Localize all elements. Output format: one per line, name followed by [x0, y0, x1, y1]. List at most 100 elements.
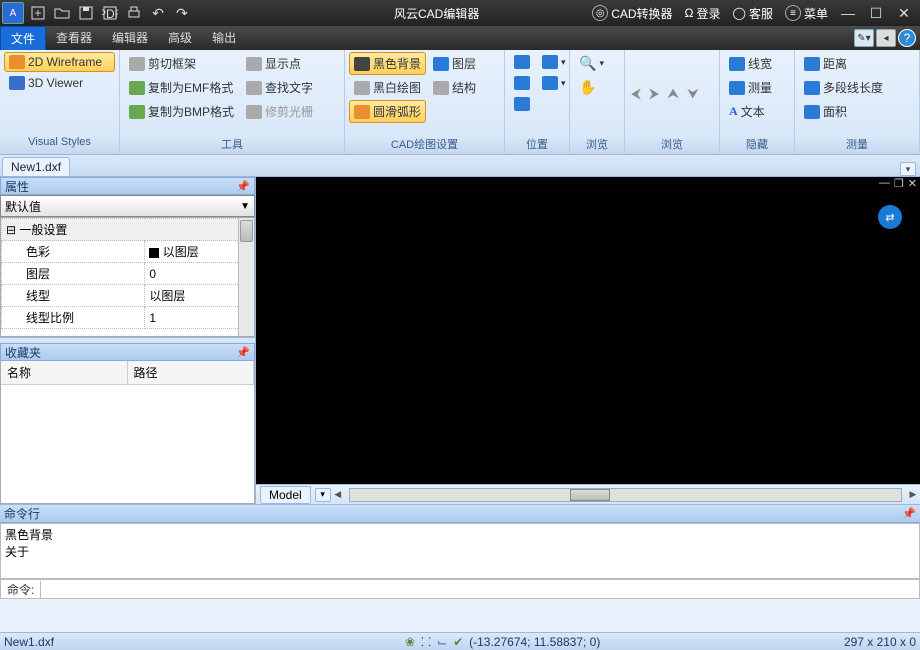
ribbon-measure2[interactable]: 测量: [724, 76, 777, 99]
canvas[interactable]: — ❐ ✕ ⇄: [256, 177, 920, 484]
ribbon-pos-3[interactable]: [509, 94, 535, 114]
redo-icon[interactable]: ↷: [171, 2, 193, 24]
ribbon: 2D Wireframe 3D Viewer Visual Styles 剪切框…: [0, 50, 920, 155]
ribbon-distance[interactable]: 距离: [799, 52, 888, 75]
clip-icon: [129, 57, 145, 71]
ribbon-layers[interactable]: 图层: [428, 52, 481, 75]
status-dims: 297 x 210 x 0: [844, 635, 916, 649]
ribbon-pos-2[interactable]: [509, 73, 535, 93]
ribbon-pan[interactable]: ✋: [574, 76, 609, 99]
toolbar-expand-button[interactable]: ◂: [876, 29, 896, 47]
props-row[interactable]: 图层0: [2, 263, 254, 285]
help-button[interactable]: ?: [898, 29, 916, 47]
close-button[interactable]: ✕: [893, 2, 915, 24]
menu-viewer[interactable]: 查看器: [46, 26, 102, 50]
ribbon-area[interactable]: 面积: [799, 100, 888, 123]
fav-col-name[interactable]: 名称: [1, 361, 128, 384]
nav-left[interactable]: ⮜: [629, 81, 643, 106]
bw-icon: [354, 81, 370, 95]
ribbon-smooth-arc[interactable]: 圆滑弧形: [349, 100, 426, 123]
vp-min-icon[interactable]: —: [878, 177, 891, 190]
ribbon-2d-wireframe[interactable]: 2D Wireframe: [4, 52, 115, 72]
ribbon-group-browse2: 浏览: [625, 136, 719, 154]
props-row[interactable]: 线型比例1: [2, 307, 254, 329]
model-tab[interactable]: Model: [260, 486, 311, 504]
user-icon: Ω: [685, 6, 694, 20]
cmd-history[interactable]: 黑色背景 关于: [0, 523, 920, 579]
ribbon-pos-1[interactable]: [509, 52, 535, 72]
props-group-row[interactable]: ⊟ 一般设置: [2, 219, 254, 241]
vp-close-icon[interactable]: ✕: [907, 177, 918, 190]
nav-up[interactable]: ⮝: [665, 81, 681, 106]
ribbon-group-tools: 工具: [120, 136, 344, 154]
ribbon-copy-bmp[interactable]: 复制为BMP格式: [124, 100, 239, 123]
pin-icon[interactable]: 📌: [236, 180, 250, 193]
save-pdf-icon[interactable]: PDF: [99, 2, 121, 24]
hscrollbar[interactable]: [349, 488, 902, 502]
titlebar-login[interactable]: Ω登录: [681, 5, 725, 22]
ribbon-zoom-in[interactable]: 🔍▾: [574, 52, 609, 75]
hscroll-left[interactable]: ◀: [331, 488, 345, 502]
undo-icon[interactable]: ↶: [147, 2, 169, 24]
menu-advanced[interactable]: 高级: [158, 26, 202, 50]
nav-down[interactable]: ⮟: [685, 81, 701, 106]
ribbon-pos-5[interactable]: ▾: [537, 73, 571, 93]
file-tab[interactable]: New1.dxf: [2, 157, 70, 176]
menu-editor[interactable]: 编辑器: [102, 26, 158, 50]
ribbon-clip-frame[interactable]: 剪切框架: [124, 52, 239, 75]
new-icon[interactable]: +: [27, 2, 49, 24]
menu-icon: ≡: [785, 5, 801, 21]
print-icon[interactable]: [123, 2, 145, 24]
scrollbar[interactable]: [238, 218, 254, 336]
titlebar-menu[interactable]: ≡菜单: [781, 5, 832, 22]
ribbon-bw-draw[interactable]: 黑白绘图: [349, 76, 426, 99]
cmd-input[interactable]: [41, 581, 919, 597]
props-panel-title: 属性📌: [0, 177, 255, 195]
minimize-button[interactable]: —: [837, 2, 859, 24]
pos2-icon: [514, 76, 530, 90]
vp-restore-icon[interactable]: ❐: [893, 177, 905, 190]
status-icon-grid[interactable]: ⸬: [421, 633, 431, 650]
svg-text:PDF: PDF: [102, 7, 118, 21]
ribbon-show-points[interactable]: 显示点: [241, 52, 318, 75]
pin-icon[interactable]: 📌: [902, 507, 916, 520]
maximize-button[interactable]: ☐: [865, 2, 887, 24]
status-icon-ortho[interactable]: ⌙: [437, 635, 447, 649]
ribbon-structure[interactable]: 结构: [428, 76, 481, 99]
hscroll-thumb[interactable]: [570, 489, 610, 501]
ribbon-3d-viewer[interactable]: 3D Viewer: [4, 73, 115, 93]
props-selector[interactable]: 默认值▼: [0, 195, 255, 217]
toolbar-custom-button[interactable]: ✎▾: [854, 29, 874, 47]
save-icon[interactable]: [75, 2, 97, 24]
status-icon-bug[interactable]: ❀: [405, 635, 415, 649]
ribbon-find-text[interactable]: 查找文字: [241, 76, 318, 99]
tab-dropdown[interactable]: ▾: [900, 162, 916, 176]
ribbon-group-browse: 浏览: [570, 136, 624, 154]
pin-icon[interactable]: 📌: [236, 346, 250, 359]
ribbon-polyline-length[interactable]: 多段线长度: [799, 76, 888, 99]
area-icon: [804, 105, 820, 119]
hscroll-right[interactable]: ▶: [906, 488, 920, 502]
ribbon-pos-4[interactable]: ▾: [537, 52, 571, 72]
props-row[interactable]: 色彩 以图层: [2, 241, 254, 263]
model-tab-row: Model ▾ ◀ ▶: [256, 484, 920, 504]
status-icon-snap[interactable]: ✔: [453, 635, 463, 649]
props-row[interactable]: 线型以图层: [2, 285, 254, 307]
titlebar-cad-converter[interactable]: ◎CAD转换器: [588, 5, 676, 22]
ribbon-trim-raster[interactable]: 修剪光栅: [241, 100, 318, 123]
scrollbar-thumb[interactable]: [240, 220, 253, 242]
titlebar-support[interactable]: ◯客服: [729, 5, 777, 22]
ribbon-linewidth[interactable]: 线宽: [724, 52, 777, 75]
ribbon-text[interactable]: A文本: [724, 100, 777, 123]
ribbon-black-bg[interactable]: 黑色背景: [349, 52, 426, 75]
file-tabstrip: New1.dxf ▾: [0, 155, 920, 177]
fav-col-path[interactable]: 路径: [128, 361, 255, 384]
viewport-badge[interactable]: ⇄: [878, 205, 902, 229]
nav-right[interactable]: ⮞: [647, 81, 661, 106]
open-icon[interactable]: [51, 2, 73, 24]
menu-output[interactable]: 输出: [202, 26, 246, 50]
model-tab-dropdown[interactable]: ▾: [315, 488, 331, 502]
menu-file[interactable]: 文件: [0, 26, 46, 50]
headset-icon: ◯: [733, 6, 746, 20]
ribbon-copy-emf[interactable]: 复制为EMF格式: [124, 76, 239, 99]
